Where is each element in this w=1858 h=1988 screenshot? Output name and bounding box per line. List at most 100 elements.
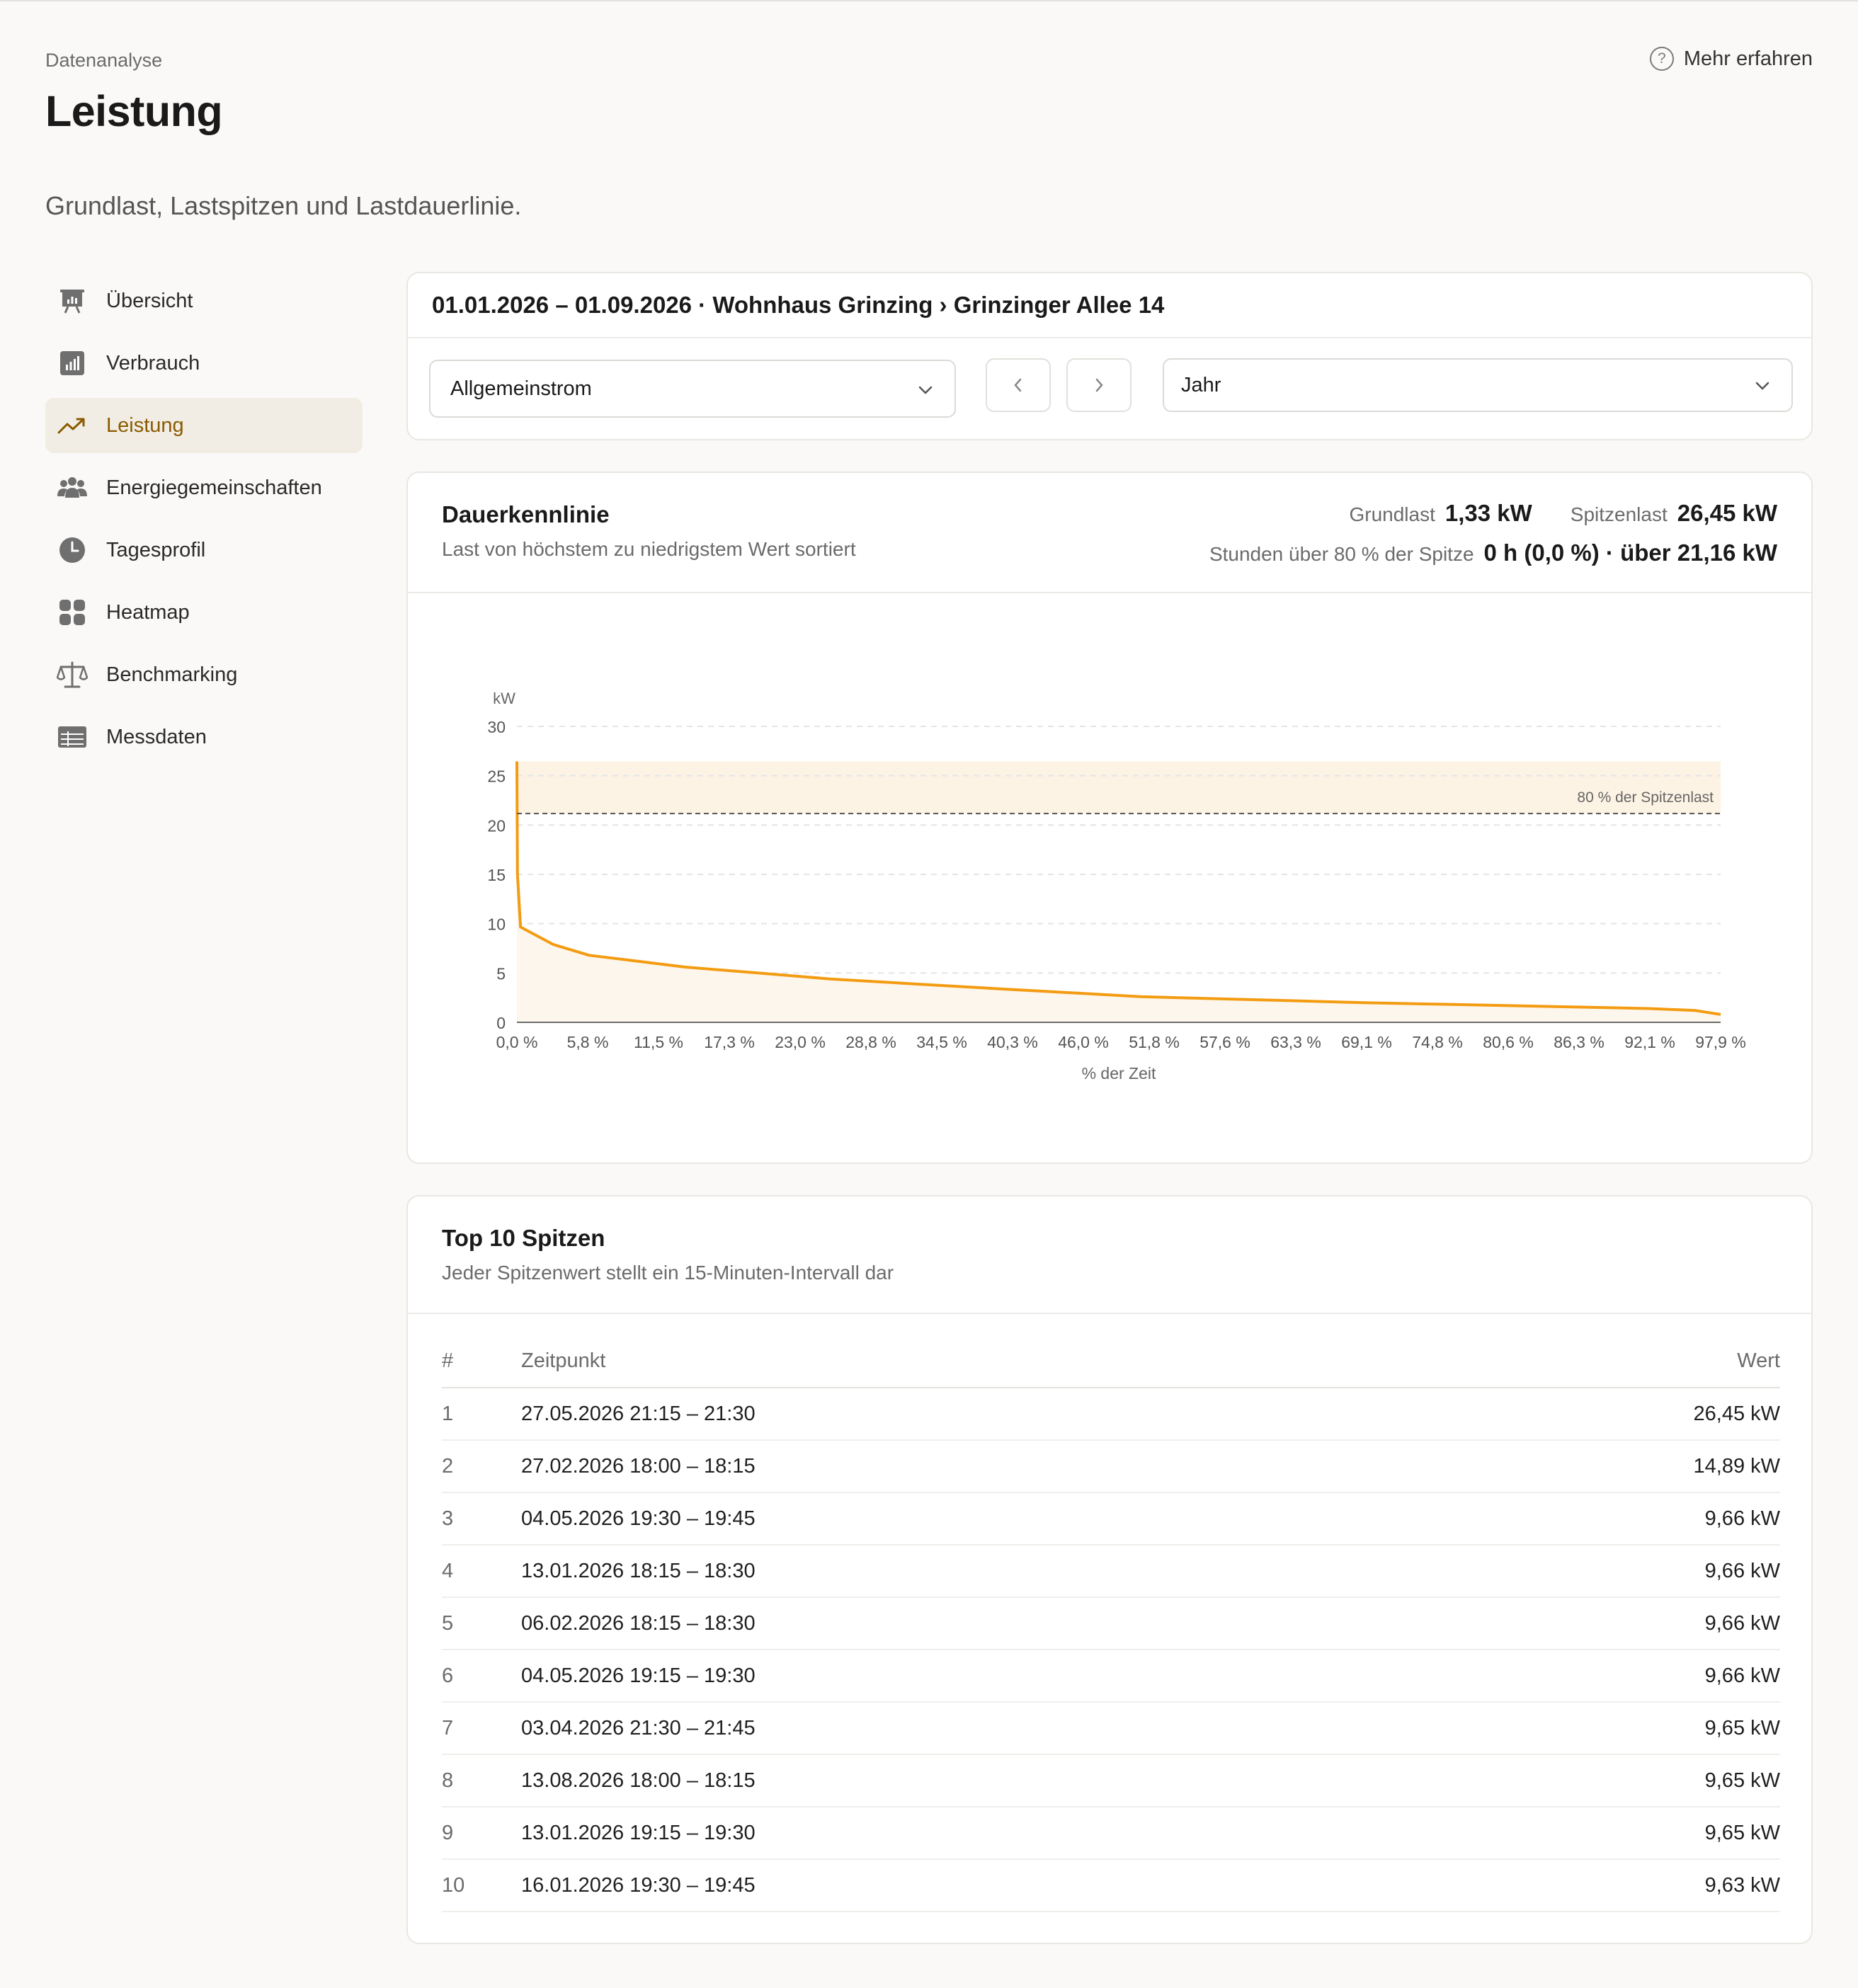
time-cell: 13.01.2026 19:15 – 19:30 xyxy=(521,1807,1440,1860)
load-stats: Grundlast 1,33 kW Spitzenlast 26,45 kW xyxy=(1349,500,1777,527)
x-tick-label: 0,0 % xyxy=(496,1033,538,1051)
chevron-right-icon xyxy=(1095,378,1103,392)
x-tick-label: 11,5 % xyxy=(634,1033,683,1051)
column-header-time: Zeitpunkt xyxy=(521,1335,1440,1388)
y-tick-label: 10 xyxy=(487,915,506,934)
sidebar-item-benchmarking[interactable]: Benchmarking xyxy=(45,647,363,702)
sidebar-item-energiegemeinschaften[interactable]: Energiegemeinschaften xyxy=(45,460,363,515)
sidebar-item-messdaten[interactable]: Messdaten xyxy=(45,709,363,765)
period-select[interactable]: Jahr xyxy=(1163,358,1793,412)
time-cell: 13.08.2026 18:00 – 18:15 xyxy=(521,1754,1440,1807)
x-tick-label: 86,3 % xyxy=(1554,1033,1605,1051)
chevron-left-icon xyxy=(1014,378,1022,392)
trending-up-icon xyxy=(57,410,88,441)
sidebar-item-heatmap[interactable]: Heatmap xyxy=(45,585,363,640)
x-tick-label: 69,1 % xyxy=(1341,1033,1392,1051)
chevron-down-icon xyxy=(1755,382,1769,390)
time-cell: 04.05.2026 19:15 – 19:30 xyxy=(521,1650,1440,1703)
value-cell: 9,65 kW xyxy=(1440,1807,1780,1860)
table-row: 10 16.01.2026 19:30 – 19:45 9,63 kW xyxy=(442,1859,1780,1912)
time-cell: 13.01.2026 18:15 – 18:30 xyxy=(521,1545,1440,1598)
meter-select-value: Allgemeinstrom xyxy=(450,377,592,400)
rank-cell: 8 xyxy=(442,1754,521,1807)
rank-cell: 7 xyxy=(442,1702,521,1755)
rank-cell: 10 xyxy=(442,1859,521,1912)
table-row: 8 13.08.2026 18:00 – 18:15 9,65 kW xyxy=(442,1754,1780,1807)
sidebar-item-label: Heatmap xyxy=(106,600,190,624)
reference-line-label: 80 % der Spitzenlast xyxy=(1577,789,1714,806)
grid-icon xyxy=(57,597,88,628)
table-row: 6 04.05.2026 19:15 – 19:30 9,66 kW xyxy=(442,1650,1780,1703)
sidebar-item-tagesprofil[interactable]: Tagesprofil xyxy=(45,522,363,578)
duration-curve-card: Dauerkennlinie Last von höchstem zu nied… xyxy=(406,472,1813,1164)
next-period-button[interactable] xyxy=(1066,358,1132,412)
value-cell: 9,66 kW xyxy=(1440,1650,1780,1703)
users-group-icon xyxy=(57,472,88,503)
x-tick-label: 92,1 % xyxy=(1624,1033,1675,1051)
table-row: 9 13.01.2026 19:15 – 19:30 9,65 kW xyxy=(442,1807,1780,1860)
y-axis-unit: kW xyxy=(493,690,515,707)
period-select-value: Jahr xyxy=(1181,373,1221,396)
y-tick-label: 25 xyxy=(487,767,506,786)
sidebar-item-label: Benchmarking xyxy=(106,663,238,686)
rank-cell: 3 xyxy=(442,1492,521,1546)
sidebar-item-verbrauch[interactable]: Verbrauch xyxy=(45,336,363,391)
rank-cell: 6 xyxy=(442,1650,521,1703)
table-row: 3 04.05.2026 19:30 – 19:45 9,66 kW xyxy=(442,1492,1780,1546)
x-tick-label: 63,3 % xyxy=(1270,1033,1321,1051)
rank-cell: 5 xyxy=(442,1597,521,1650)
learn-more-link[interactable]: ? Mehr erfahren xyxy=(1649,47,1813,71)
time-cell: 27.05.2026 21:15 – 21:30 xyxy=(521,1388,1440,1441)
breadcrumb: 01.01.2026 – 01.09.2026 · Wohnhaus Grinz… xyxy=(408,273,1811,338)
base-load-label: Grundlast xyxy=(1349,503,1435,525)
presentation-chart-icon xyxy=(57,285,88,316)
rank-cell: 1 xyxy=(442,1388,521,1441)
column-header-value: Wert xyxy=(1440,1335,1780,1388)
sidebar-item-uebersicht[interactable]: Übersicht xyxy=(45,273,363,329)
x-tick-label: 97,9 % xyxy=(1695,1033,1746,1051)
page-title: Leistung xyxy=(45,87,223,135)
filter-controls: Allgemeinstrom Jahr xyxy=(429,358,1793,418)
time-cell: 06.02.2026 18:15 – 18:30 xyxy=(521,1597,1440,1650)
x-tick-label: 74,8 % xyxy=(1412,1033,1463,1051)
x-tick-label: 23,0 % xyxy=(775,1033,826,1051)
value-cell: 9,65 kW xyxy=(1440,1754,1780,1807)
peak-load-value: 26,45 kW xyxy=(1677,500,1777,526)
learn-more-label: Mehr erfahren xyxy=(1683,47,1813,70)
value-cell: 9,66 kW xyxy=(1440,1597,1780,1650)
y-tick-label: 30 xyxy=(487,718,506,736)
table-row: 5 06.02.2026 18:15 – 18:30 9,66 kW xyxy=(442,1597,1780,1650)
x-tick-label: 40,3 % xyxy=(987,1033,1038,1051)
sidebar-item-label: Energiegemeinschaften xyxy=(106,476,322,499)
x-tick-label: 57,6 % xyxy=(1199,1033,1250,1051)
sidebar-item-leistung[interactable]: Leistung xyxy=(45,398,363,453)
sidebar-item-label: Messdaten xyxy=(106,725,207,748)
table-row: 2 27.02.2026 18:00 – 18:15 14,89 kW xyxy=(442,1440,1780,1493)
duration-card-title: Dauerkennlinie xyxy=(442,501,610,527)
table-header-row: # Zeitpunkt Wert xyxy=(442,1335,1780,1388)
rank-cell: 4 xyxy=(442,1545,521,1598)
load-duration-chart: 0 5 10 15 20 25 30 kW 80 % der Spitzenlast 0,0 % 5… xyxy=(487,690,1746,1082)
meter-select[interactable]: Allgemeinstrom xyxy=(429,360,956,418)
sidebar-item-label: Leistung xyxy=(106,413,184,437)
value-cell: 14,89 kW xyxy=(1440,1440,1780,1493)
rank-cell: 9 xyxy=(442,1807,521,1860)
x-tick-label: 28,8 % xyxy=(845,1033,896,1051)
table-icon xyxy=(57,721,88,753)
y-tick-label: 20 xyxy=(487,816,506,835)
rank-cell: 2 xyxy=(442,1440,521,1493)
table-row: 4 13.01.2026 18:15 – 18:30 9,66 kW xyxy=(442,1545,1780,1598)
x-tick-label: 51,8 % xyxy=(1129,1033,1180,1051)
table-row: 7 03.04.2026 21:30 – 21:45 9,65 kW xyxy=(442,1702,1780,1755)
hours-above-value: 0 h (0,0 %) · über 21,16 kW xyxy=(1483,539,1777,566)
page-eyebrow: Datenanalyse xyxy=(45,50,163,71)
x-axis-label: % der Zeit xyxy=(1082,1064,1156,1082)
duration-card-header: Dauerkennlinie Last von höchstem zu nied… xyxy=(408,473,1811,593)
value-cell: 9,63 kW xyxy=(1440,1859,1780,1912)
peak-band xyxy=(517,761,1721,814)
previous-period-button[interactable] xyxy=(986,358,1051,412)
bar-chart-icon xyxy=(57,348,88,379)
x-tick-label: 5,8 % xyxy=(567,1033,609,1051)
scale-icon xyxy=(57,659,88,690)
peaks-card-subtitle: Jeder Spitzenwert stellt ein 15-Minuten-… xyxy=(442,1262,894,1284)
